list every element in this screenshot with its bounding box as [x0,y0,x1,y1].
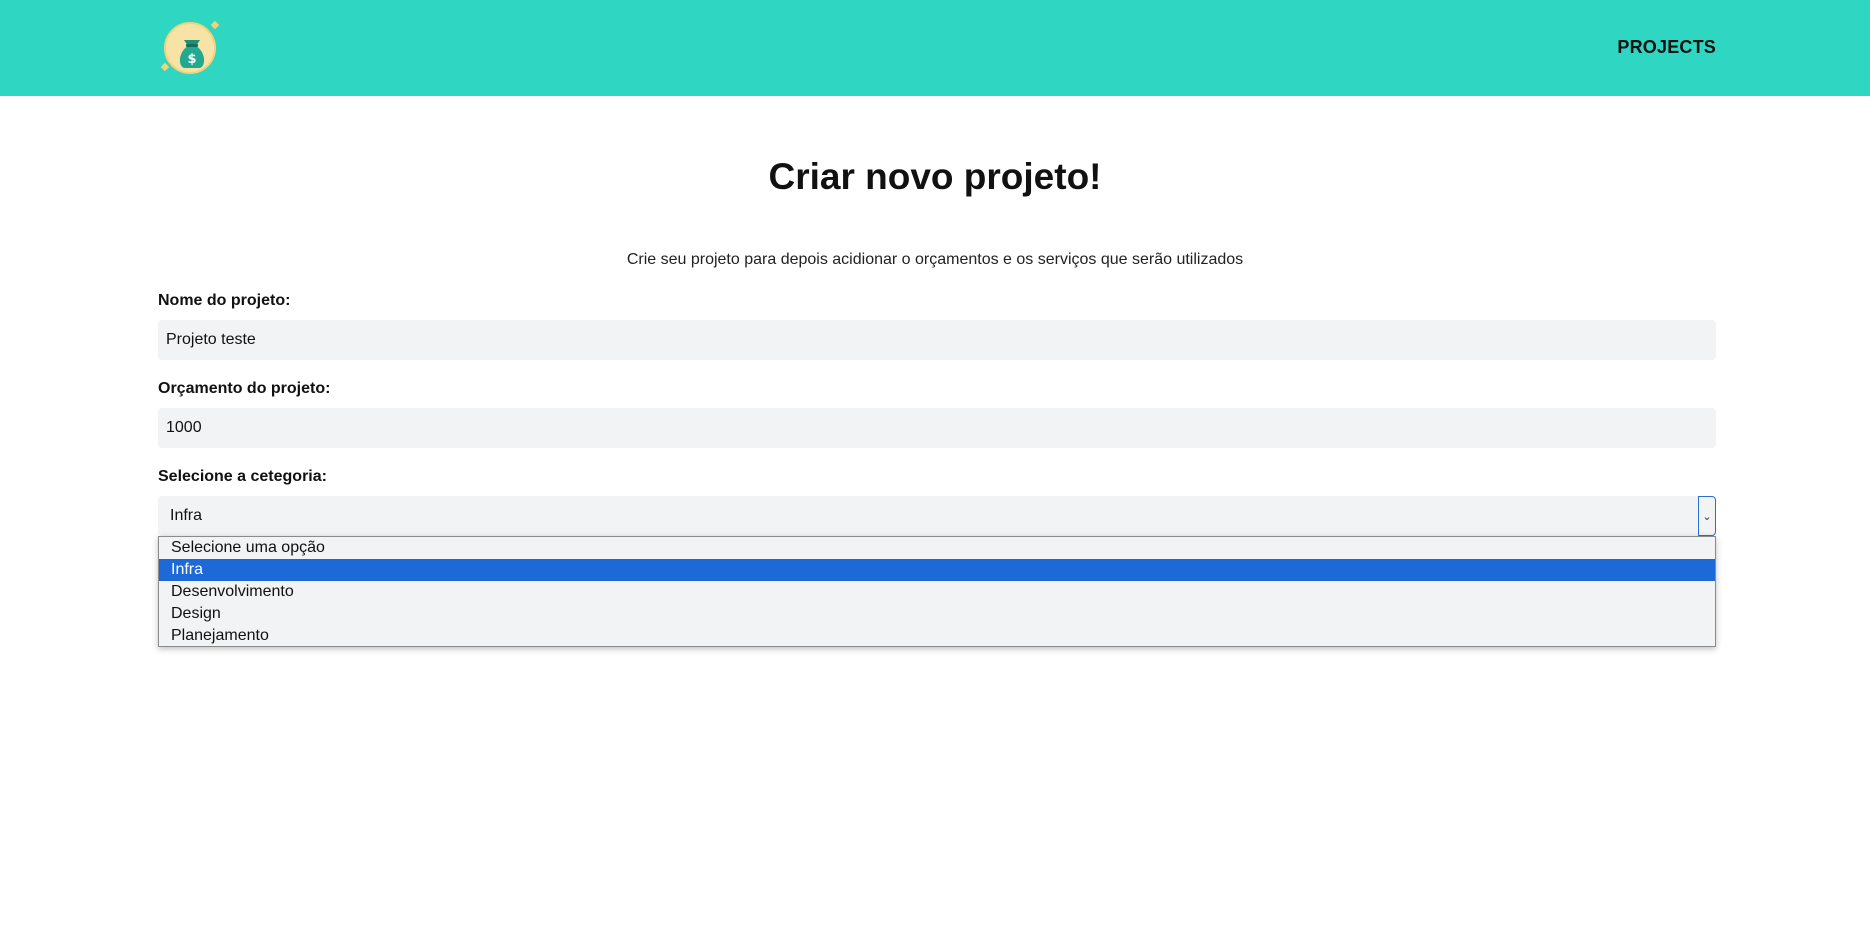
project-budget-label: Orçamento do projeto: [158,380,331,397]
category-option[interactable]: Design [159,603,1715,625]
project-budget-value: 1000 [166,419,202,436]
logo[interactable]: $ [160,20,220,74]
project-budget-input[interactable]: 1000 [158,408,1716,448]
category-label: Selecione a cetegoria: [158,468,327,485]
project-name-input[interactable]: Projeto teste [158,320,1716,360]
page-title: Criar novo projeto! [768,156,1102,197]
chevron-down-icon[interactable]: ⌄ [1698,496,1716,536]
category-option[interactable]: Selecione uma opção [159,537,1715,559]
category-select-value: Infra [170,507,203,524]
money-bag-icon: $ [179,40,205,68]
project-name-label: Nome do projeto: [158,292,291,309]
category-dropdown-list: Selecione uma opção Infra Desenvolviment… [158,536,1716,647]
category-option-selected[interactable]: Infra [159,559,1715,581]
navbar: $ PROJECTS [0,0,1870,96]
nav-link-projects[interactable]: PROJECTS [1617,37,1716,58]
category-option[interactable]: Desenvolvimento [159,581,1715,603]
category-select[interactable]: Infra ⌄ [158,496,1716,536]
svg-text:$: $ [187,52,196,67]
category-option[interactable]: Planejamento [159,625,1715,647]
project-name-value: Projeto teste [166,331,256,348]
page-subtitle: Crie seu projeto para depois acidionar o… [626,251,1244,268]
